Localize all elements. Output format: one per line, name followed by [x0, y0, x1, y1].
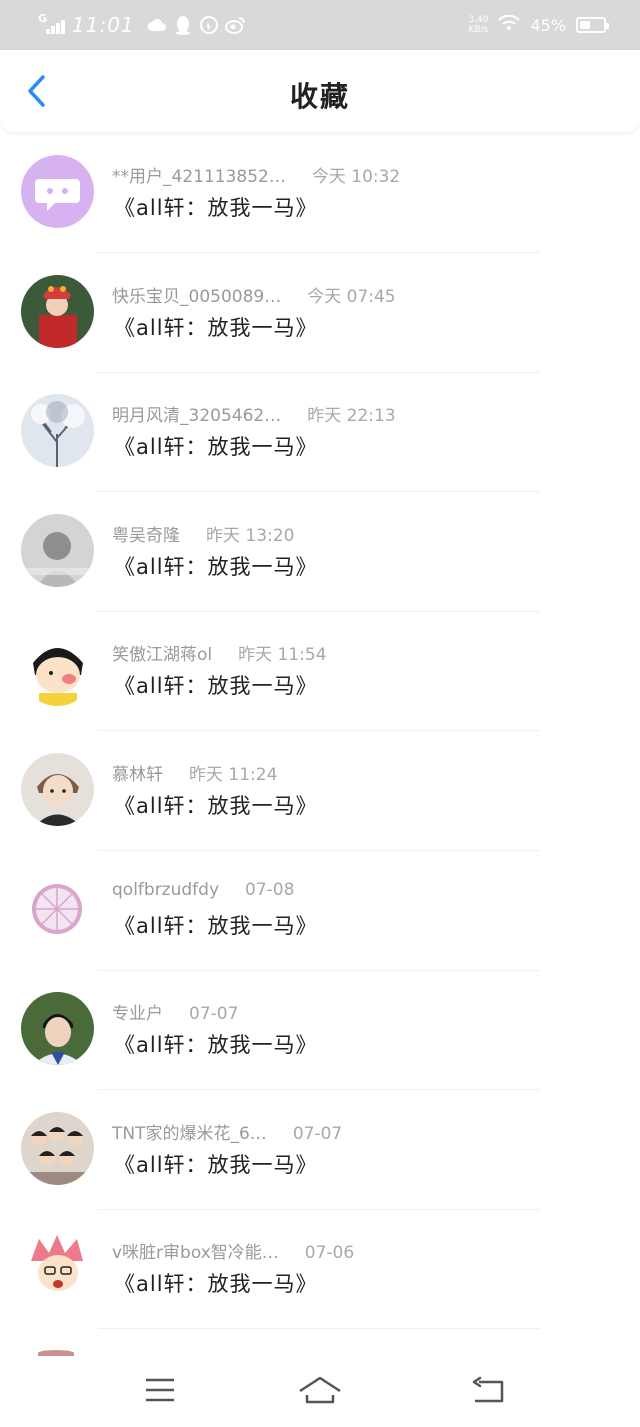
- system-nav-bar: [0, 1357, 640, 1427]
- item-title[interactable]: 《all轩：放我一马》: [114, 910, 318, 940]
- item-meta: 专业户 07-07: [112, 999, 238, 1024]
- item-title[interactable]: 《all轩：放我一马》: [114, 431, 318, 461]
- avatar[interactable]: [21, 1111, 94, 1185]
- speed-unit: KB/s: [468, 25, 489, 35]
- signal-icon: G: [38, 12, 66, 36]
- avatar[interactable]: [21, 513, 94, 587]
- page-title: 收藏: [289, 80, 350, 113]
- timestamp: 07-08: [245, 879, 295, 900]
- system-back-button[interactable]: [458, 1367, 518, 1413]
- username[interactable]: 粤吴奇隆: [112, 521, 180, 546]
- boy-portrait-avatar: [21, 992, 94, 1066]
- item-meta: 快乐宝贝_0050089… 今天 07:45: [112, 282, 396, 307]
- status-bar: G 11:01 3.40 KB/s 45%: [0, 0, 640, 50]
- menu-icon: [146, 1378, 174, 1402]
- flame-app-icon: [199, 15, 219, 35]
- battery-icon: [576, 17, 609, 33]
- list-item[interactable]: v咪脏r审box智冷能… 07-06 《all轩：放我一马》: [0, 1210, 640, 1330]
- cloud-icon: [147, 15, 167, 35]
- wifi-icon: [498, 14, 521, 35]
- timestamp: 07-07: [292, 1123, 343, 1144]
- cartoon-girl-avatar: [21, 633, 94, 707]
- item-title[interactable]: 《all轩：放我一马》: [114, 790, 318, 820]
- timestamp: 今天 07:45: [307, 286, 396, 307]
- username[interactable]: 明月风清_3205462…: [112, 401, 281, 426]
- username[interactable]: 专业户: [112, 999, 163, 1024]
- list-item[interactable]: **用户_421113852… 今天 10:32 《all轩：放我一马》: [0, 134, 640, 254]
- item-title[interactable]: 《all轩：放我一马》: [114, 1149, 318, 1179]
- partial-avatar: [38, 1350, 74, 1356]
- group-photo-avatar: [21, 1111, 94, 1185]
- list-item[interactable]: TNT家的爆米花_6… 07-07 《all轩：放我一马》: [0, 1091, 640, 1211]
- username[interactable]: 笑傲江湖蒋ol: [112, 640, 212, 665]
- avatar[interactable]: [21, 633, 94, 707]
- username[interactable]: **用户_421113852…: [112, 162, 286, 187]
- item-title[interactable]: 《all轩：放我一马》: [114, 551, 318, 581]
- item-meta: 笑傲江湖蒋ol 昨天 11:54: [112, 640, 327, 665]
- list-item[interactable]: 笑傲江湖蒋ol 昨天 11:54 《all轩：放我一马》: [0, 612, 640, 732]
- anime-pink-hair-avatar: [21, 1231, 94, 1305]
- status-bar-right: 3.40 KB/s 45%: [468, 12, 609, 38]
- network-type: G: [38, 12, 48, 25]
- list-item[interactable]: 专业户 07-07 《all轩：放我一马》: [0, 971, 640, 1091]
- list-item[interactable]: qolfbrzudfdy 07-08 《all轩：放我一马》: [0, 852, 640, 972]
- avatar[interactable]: [21, 872, 94, 946]
- opera-costume-avatar: [21, 274, 94, 348]
- item-meta: v咪脏r审box智冷能… 07-06: [112, 1238, 354, 1263]
- item-title[interactable]: 《all轩：放我一马》: [114, 192, 318, 222]
- citrus-slice-avatar: [21, 872, 94, 946]
- timestamp: 今天 10:32: [311, 167, 401, 187]
- username[interactable]: v咪脏r审box智冷能…: [112, 1238, 279, 1263]
- username[interactable]: 快乐宝贝_0050089…: [112, 282, 281, 307]
- timestamp: 07-07: [189, 1004, 239, 1025]
- battery-percent: 45%: [530, 15, 566, 35]
- item-title[interactable]: 《all轩：放我一马》: [114, 1029, 318, 1059]
- username[interactable]: 慕林轩: [112, 760, 163, 785]
- item-title[interactable]: 《all轩：放我一马》: [114, 312, 318, 342]
- clock: 11:01: [72, 13, 135, 37]
- username[interactable]: qolfbrzudfdy: [112, 880, 219, 900]
- home-icon: [299, 1376, 341, 1404]
- avatar[interactable]: [21, 1231, 94, 1305]
- speed-value: 3.40: [468, 15, 489, 25]
- timestamp: 昨天 13:20: [206, 525, 295, 546]
- avatar[interactable]: [21, 394, 94, 468]
- header: 收藏: [0, 50, 640, 132]
- item-meta: 慕林轩 昨天 11:24: [112, 760, 277, 785]
- item-meta: 明月风清_3205462… 昨天 22:13: [112, 401, 396, 426]
- status-bar-left: G 11:01: [38, 12, 245, 38]
- qq-penguin-icon: [173, 15, 193, 35]
- favorites-list: **用户_421113852… 今天 10:32 《all轩：放我一马》 快乐宝贝_0…: [0, 134, 640, 1330]
- avatar[interactable]: [21, 752, 94, 826]
- item-meta: 粤吴奇隆 昨天 13:20: [112, 521, 294, 546]
- divider: [98, 1328, 540, 1330]
- menu-button[interactable]: [130, 1367, 190, 1413]
- item-title[interactable]: 《all轩：放我一马》: [114, 670, 318, 700]
- network-speed: 3.40 KB/s: [468, 15, 488, 35]
- avatar[interactable]: [21, 992, 94, 1066]
- timestamp: 昨天 11:24: [189, 764, 278, 785]
- anime-boy-avatar: [21, 752, 94, 826]
- username[interactable]: TNT家的爆米花_6…: [112, 1119, 267, 1144]
- chat-bubble-avatar: [21, 155, 94, 228]
- avatar[interactable]: [21, 155, 94, 228]
- timestamp: 07-06: [304, 1243, 355, 1264]
- grayscale-photo-avatar: [21, 513, 94, 587]
- home-button[interactable]: [290, 1367, 350, 1413]
- list-item[interactable]: 慕林轩 昨天 11:24 《all轩：放我一马》: [0, 732, 640, 852]
- item-meta: qolfbrzudfdy 07-08: [112, 880, 294, 900]
- list-item[interactable]: 粤吴奇隆 昨天 13:20 《all轩：放我一马》: [0, 493, 640, 613]
- item-meta: **用户_421113852… 今天 10:32: [112, 162, 400, 187]
- item-meta: TNT家的爆米花_6… 07-07: [112, 1119, 342, 1144]
- list-item[interactable]: 快乐宝贝_0050089… 今天 07:45 《all轩：放我一马》: [0, 254, 640, 374]
- snowy-tree-avatar: [21, 394, 94, 468]
- avatar[interactable]: [21, 274, 94, 348]
- item-title[interactable]: 《all轩：放我一马》: [114, 1268, 318, 1298]
- timestamp: 昨天 22:13: [307, 406, 396, 427]
- weibo-icon: [224, 15, 245, 35]
- timestamp: 昨天 11:54: [238, 645, 327, 666]
- back-icon: [472, 1376, 504, 1403]
- list-item[interactable]: 明月风清_3205462… 昨天 22:13 《all轩：放我一马》: [0, 373, 640, 493]
